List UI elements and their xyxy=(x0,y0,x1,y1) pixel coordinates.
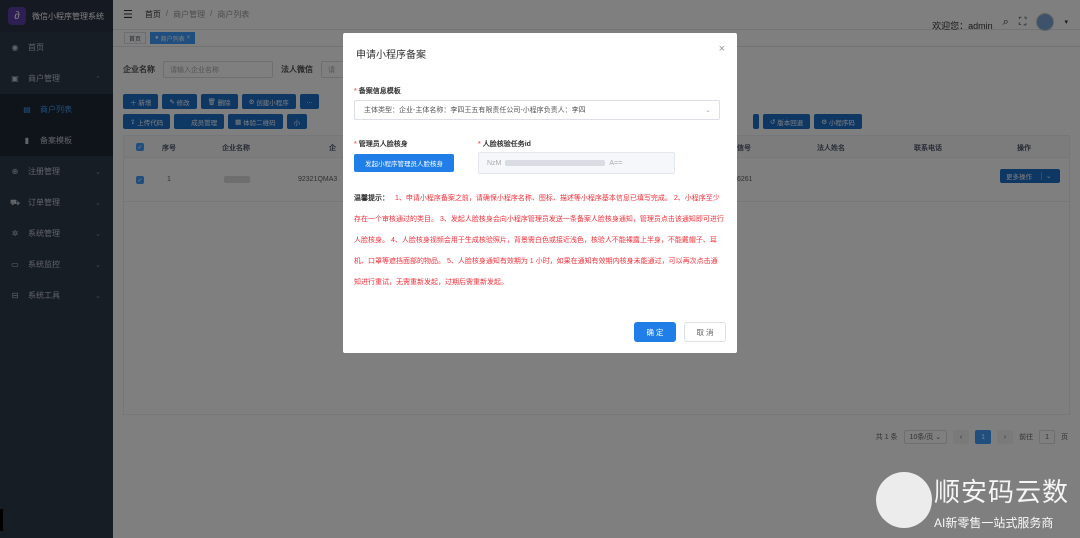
tips-block: 温馨提示： 1、申请小程序备案之前，请确保小程序名称、图标、描述等小程序基本信息已… xyxy=(354,188,724,293)
template-select[interactable]: 主体类型：企业-主体名称：李四王五有限责任公司-小程序负责人：李四 ⌄ xyxy=(354,100,720,120)
task-id-suffix: A== xyxy=(609,159,623,167)
corner-mark xyxy=(0,509,3,531)
task-id-label: * 人脸核验任务id xyxy=(478,139,531,149)
watermark-subtitle: AI新零售一站式服务商 xyxy=(934,516,1054,530)
tips-text: 1、申请小程序备案之前，请确保小程序名称、图标、描述等小程序基本信息已填写完成。… xyxy=(354,195,724,286)
template-label: * 备案信息模板 xyxy=(354,86,401,96)
task-id-blurred xyxy=(505,160,606,166)
face-label: * 管理员人脸核身 xyxy=(354,139,408,149)
required-mark: * xyxy=(478,141,481,148)
close-icon[interactable]: × xyxy=(719,43,725,55)
template-select-value: 主体类型：企业-主体名称：李四王五有限责任公司-小程序负责人：李四 xyxy=(364,107,586,114)
chevron-down-icon: ⌄ xyxy=(705,107,711,114)
watermark-title: 顺安码云数 xyxy=(934,478,1070,508)
filing-dialog: 申请小程序备案 × * 备案信息模板 主体类型：企业-主体名称：李四王五有限责任公… xyxy=(343,33,737,353)
watermark: 顺安码云数 AI新零售一站式服务商 xyxy=(876,468,1076,534)
start-face-verify-button[interactable]: 发起小程序管理员人脸核身 xyxy=(354,154,454,172)
required-mark: * xyxy=(354,88,357,95)
label-text: 备案信息模板 xyxy=(358,88,401,95)
required-mark: * xyxy=(354,141,357,148)
tips-label: 温馨提示： xyxy=(354,195,389,202)
cancel-button[interactable]: 取 消 xyxy=(684,322,726,342)
confirm-button[interactable]: 确 定 xyxy=(634,322,676,342)
label-text: 人脸核验任务id xyxy=(482,141,531,148)
watermark-logo-icon xyxy=(876,472,932,528)
task-id-prefix: NzM xyxy=(487,159,502,167)
dialog-title: 申请小程序备案 xyxy=(356,50,426,61)
task-id-input[interactable]: NzM A== xyxy=(478,152,675,174)
label-text: 管理员人脸核身 xyxy=(358,141,408,148)
